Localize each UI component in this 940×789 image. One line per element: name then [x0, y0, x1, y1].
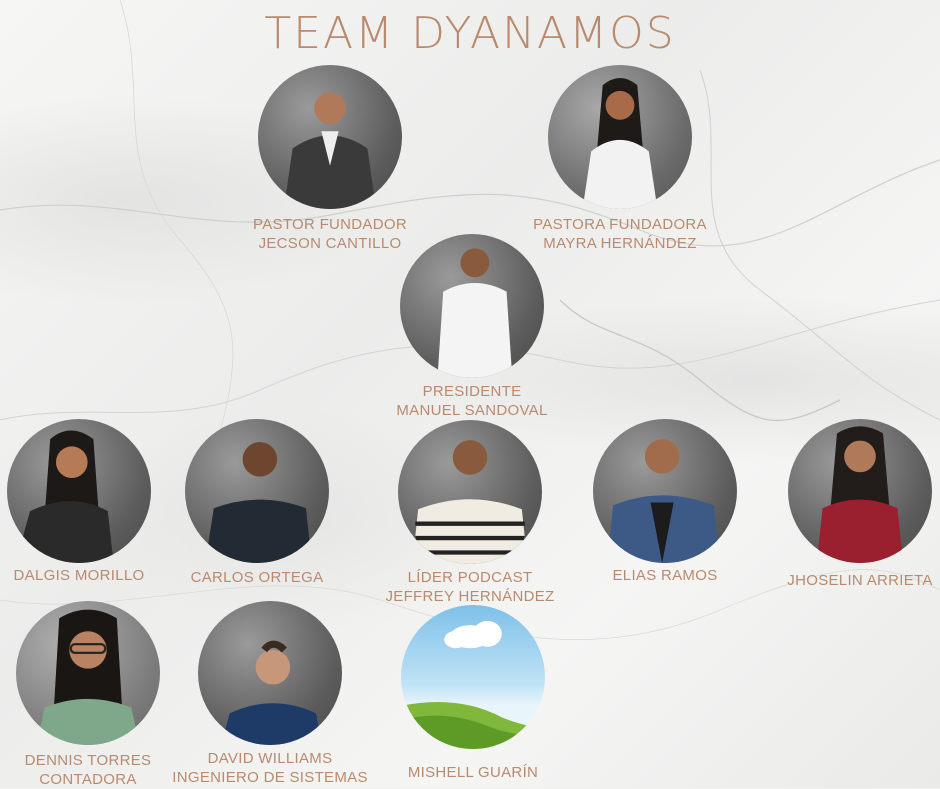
avatar	[16, 601, 160, 745]
member-name: MISHELL GUARÍN	[407, 764, 539, 781]
avatar	[398, 420, 542, 564]
member-label: PASTOR FUNDADOR JECSON CANTILLO	[198, 215, 462, 253]
member-label: MISHELL GUARÍN	[341, 763, 605, 782]
member-name: MAYRA HERNÁNDEZ	[543, 235, 697, 252]
avatar	[788, 419, 932, 563]
avatar	[198, 601, 342, 745]
avatar	[593, 419, 737, 563]
avatar	[185, 419, 329, 563]
avatar	[548, 65, 692, 209]
avatar	[7, 419, 151, 563]
avatar	[258, 65, 402, 209]
member-label: JHOSELIN ARRIETA	[728, 571, 940, 590]
member-role: PASTORA FUNDADORA	[533, 216, 707, 233]
avatar	[400, 234, 544, 378]
member-name: JEFFREY HERNÁNDEZ	[385, 588, 555, 605]
member-label: PASTORA FUNDADORA MAYRA HERNÁNDEZ	[488, 215, 752, 253]
member-role: PASTOR FUNDADOR	[253, 216, 407, 233]
cloud-icon	[444, 620, 502, 649]
member-name: JHOSELIN ARRIETA	[787, 572, 933, 589]
member-label: PRESIDENTE MANUEL SANDOVAL	[340, 382, 604, 420]
avatar-placeholder	[401, 605, 545, 749]
page-title: TEAM DYANAMOS	[264, 8, 676, 59]
member-name: MANUEL SANDOVAL	[396, 402, 548, 419]
member-name: JECSON CANTILLO	[258, 235, 402, 252]
member-role: PRESIDENTE	[422, 383, 522, 400]
